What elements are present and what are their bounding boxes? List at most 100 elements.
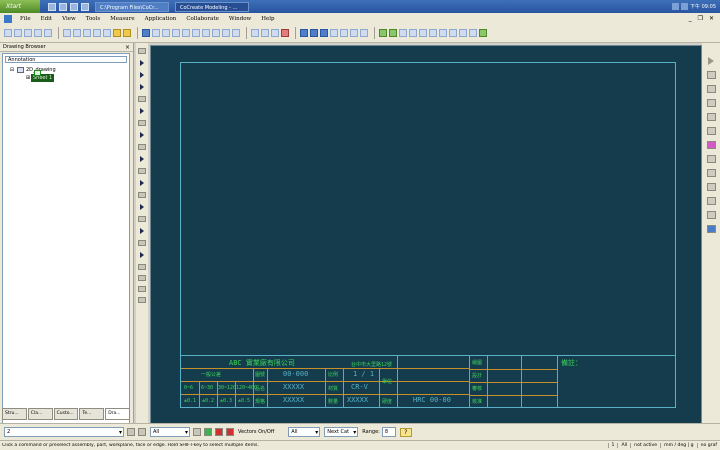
tray-icon[interactable] — [681, 3, 688, 10]
sheet-icon[interactable] — [379, 29, 387, 37]
pin-icon[interactable] — [193, 428, 201, 436]
menu-collaborate[interactable]: Collaborate — [186, 16, 219, 22]
expand-arrow-icon[interactable] — [140, 204, 144, 210]
palette-button[interactable] — [138, 144, 146, 150]
stop-icon[interactable] — [113, 29, 121, 37]
palette-button[interactable] — [138, 120, 146, 126]
zoom-out-icon[interactable] — [182, 29, 190, 37]
menu-window[interactable]: Window — [229, 16, 251, 22]
rotate-icon[interactable] — [202, 29, 210, 37]
settings-icon[interactable] — [459, 29, 467, 37]
cancel-icon[interactable] — [215, 428, 223, 436]
palette-button[interactable] — [706, 71, 716, 79]
browser-filter-select[interactable]: Annotation — [5, 56, 127, 63]
menu-measure[interactable]: Measure — [110, 16, 134, 22]
expand-arrow-icon[interactable] — [140, 156, 144, 162]
arc-icon[interactable] — [271, 29, 279, 37]
surface-icon[interactable] — [439, 29, 447, 37]
cross-icon[interactable] — [281, 29, 289, 37]
quicklaunch-icon[interactable] — [48, 2, 56, 11]
new-icon[interactable] — [4, 29, 12, 37]
palette-button[interactable] — [138, 192, 146, 198]
app-icon[interactable] — [4, 14, 12, 23]
close-icon[interactable]: ✕ — [709, 15, 714, 22]
info-icon[interactable] — [449, 29, 457, 37]
menu-edit[interactable]: Edit — [41, 16, 53, 22]
quicklaunch-icon[interactable] — [70, 2, 78, 11]
menu-file[interactable]: File — [20, 16, 31, 22]
select-filter-dropdown[interactable]: All — [150, 427, 190, 437]
assembly-icon[interactable] — [409, 29, 417, 37]
modify-icon[interactable] — [350, 29, 358, 37]
minimize-icon[interactable]: _ — [689, 15, 692, 22]
expand-arrow-icon[interactable] — [140, 132, 144, 138]
vectors-icon[interactable] — [226, 428, 234, 436]
module-icon[interactable] — [479, 29, 487, 37]
taskbar-item-explorer[interactable]: C:\Program Files\CoCr... — [95, 1, 169, 12]
palette-button[interactable] — [706, 113, 716, 121]
filter-icon[interactable] — [469, 29, 477, 37]
palette-button[interactable] — [138, 240, 146, 246]
expand-arrow-icon[interactable] — [708, 57, 714, 65]
tolerance-icon[interactable] — [429, 29, 437, 37]
palette-button[interactable] — [706, 225, 716, 233]
quicklaunch-icon[interactable] — [81, 2, 89, 11]
expand-arrow-icon[interactable] — [140, 228, 144, 234]
help-button[interactable]: ? — [399, 427, 412, 437]
delete-icon[interactable] — [340, 29, 348, 37]
expand-arrow-icon[interactable] — [140, 60, 144, 66]
expand-arrow-icon[interactable] — [140, 72, 144, 78]
palette-button[interactable] — [706, 155, 716, 163]
palette-button[interactable] — [706, 141, 716, 149]
collapse-icon[interactable]: ⊟ — [9, 66, 15, 74]
zoom-fit-icon[interactable] — [152, 29, 160, 37]
redo-icon[interactable] — [103, 29, 111, 37]
expand-arrow-icon[interactable] — [140, 180, 144, 186]
hatch-icon[interactable] — [330, 29, 338, 37]
palette-button[interactable] — [706, 197, 716, 205]
palette-button[interactable] — [706, 211, 716, 219]
circle-icon[interactable] — [261, 29, 269, 37]
help-icon[interactable] — [123, 29, 131, 37]
palette-button[interactable] — [138, 264, 146, 270]
start-button[interactable]: Xtart — [0, 0, 40, 13]
palette-button[interactable] — [138, 96, 146, 102]
workplane-icon[interactable] — [419, 29, 427, 37]
quicklaunch-icon[interactable] — [59, 2, 67, 11]
palette-button[interactable] — [706, 127, 716, 135]
cut-icon[interactable] — [63, 29, 71, 37]
redraw-icon[interactable] — [212, 29, 220, 37]
open-icon[interactable] — [14, 29, 22, 37]
category-filter-dropdown[interactable]: All — [288, 427, 321, 437]
menu-tools[interactable]: Tools — [86, 16, 100, 22]
save-icon[interactable] — [24, 29, 32, 37]
menu-view[interactable]: View — [62, 16, 76, 22]
expand-arrow-icon[interactable] — [140, 108, 144, 114]
symbol-icon[interactable] — [320, 29, 328, 37]
tab-text[interactable]: Te... — [79, 408, 105, 420]
snap-icon[interactable] — [232, 29, 240, 37]
pan-icon[interactable] — [192, 29, 200, 37]
undo-icon[interactable] — [93, 29, 101, 37]
tab-drawing[interactable]: Dra... — [105, 408, 130, 420]
tab-class[interactable]: Cla... — [27, 408, 53, 420]
grid-icon[interactable] — [222, 29, 230, 37]
palette-button[interactable] — [706, 169, 716, 177]
copy-icon[interactable] — [73, 29, 81, 37]
paste-icon[interactable] — [83, 29, 91, 37]
units-field[interactable]: mm / deg | g — [660, 443, 696, 448]
zoom-window-icon[interactable] — [162, 29, 170, 37]
close-icon[interactable]: × — [125, 43, 130, 51]
palette-button[interactable] — [706, 85, 716, 93]
palette-button[interactable] — [138, 275, 146, 281]
taskbar-item-cocreate[interactable]: CoCreate Modeling - ... — [175, 1, 249, 12]
tree-node-sheet[interactable]: ⊞ Sheet 1 — [3, 70, 129, 82]
palette-button[interactable] — [138, 216, 146, 222]
layout-icon[interactable] — [389, 29, 397, 37]
print-icon[interactable] — [44, 29, 52, 37]
palette-button[interactable] — [138, 286, 146, 292]
dimension-icon[interactable] — [300, 29, 308, 37]
view-icon[interactable] — [142, 29, 150, 37]
palette-button[interactable] — [138, 48, 146, 54]
tab-custom[interactable]: Custo... — [53, 408, 79, 420]
